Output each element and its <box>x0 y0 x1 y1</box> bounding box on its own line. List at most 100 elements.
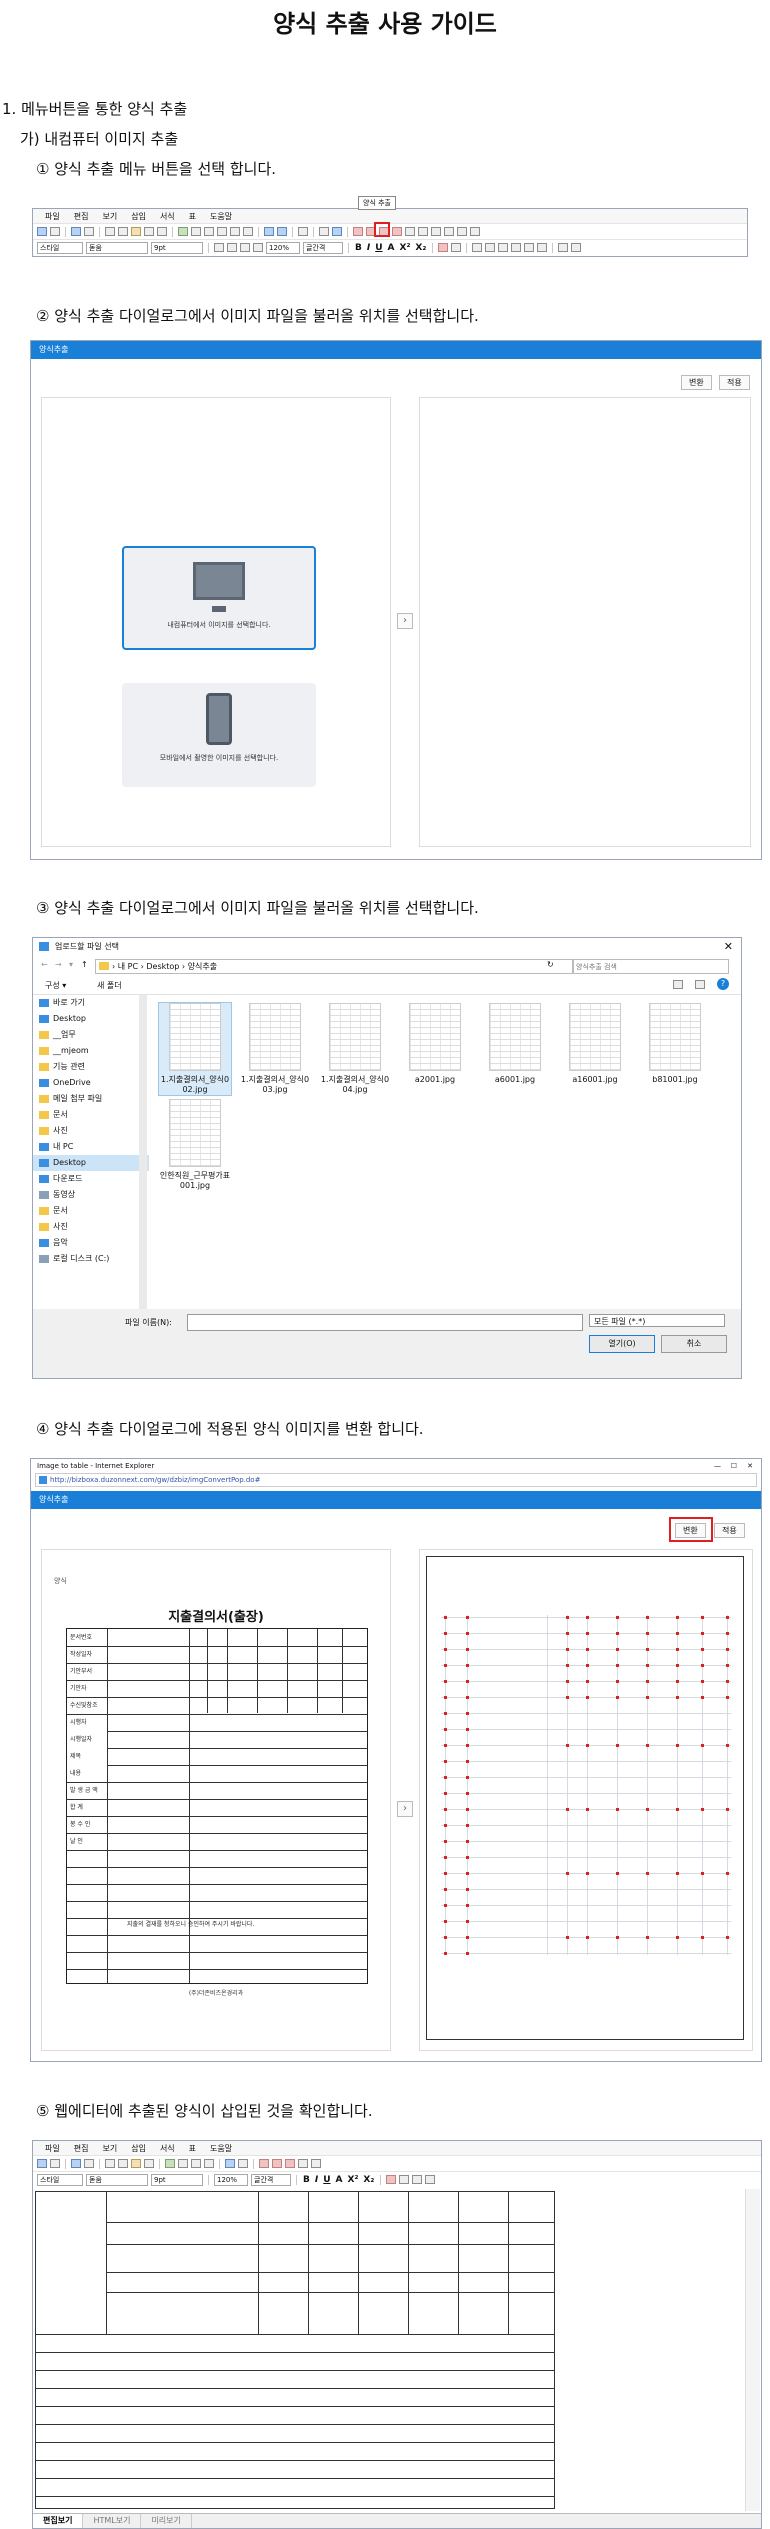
file-item[interactable]: b81001.jpg <box>639 1003 711 1085</box>
align-center-icon-2[interactable] <box>412 2175 423 2184</box>
row-delete-icon[interactable] <box>298 2159 308 2168</box>
nav-item[interactable]: __업무 <box>33 1027 149 1043</box>
nav-item[interactable]: Desktop <box>33 1155 149 1171</box>
undo-icon[interactable] <box>71 2159 81 2168</box>
border-icon[interactable] <box>311 2159 321 2168</box>
ie-next-arrow-button[interactable]: › <box>397 1801 413 1817</box>
tab-preview[interactable]: 미리보기 <box>141 2514 192 2528</box>
nav-item[interactable]: 로컬 디스크 (C:) <box>33 1251 149 1267</box>
nav-item[interactable]: 문서 <box>33 1107 149 1123</box>
nav-item[interactable]: 동영상 <box>33 1187 149 1203</box>
forward-icon[interactable]: → <box>55 960 62 969</box>
align-center-icon[interactable] <box>485 243 496 252</box>
underline-button-2[interactable]: U <box>322 2175 331 2185</box>
insert-a-icon[interactable] <box>214 243 224 252</box>
style-select[interactable]: 스타일 <box>37 241 83 254</box>
nav-item[interactable]: OneDrive <box>33 1075 149 1091</box>
menu-file-2[interactable]: 파일 <box>45 2143 60 2154</box>
insert-b-icon[interactable] <box>227 243 237 252</box>
menu-view-2[interactable]: 보기 <box>102 2143 117 2154</box>
font-select-2[interactable]: 돋움 <box>86 2173 148 2186</box>
style-select-2[interactable]: 스타일 <box>37 2173 83 2186</box>
nav-item[interactable]: 음악 <box>33 1235 149 1251</box>
menu-insert[interactable]: 삽입 <box>131 211 146 222</box>
link-icon[interactable] <box>217 227 227 236</box>
special-char-icon[interactable] <box>230 227 240 236</box>
spacing-select[interactable]: 글간격 <box>303 241 343 254</box>
list-icon-2[interactable] <box>425 2175 436 2184</box>
new-folder-button[interactable]: 새 폴더 <box>97 980 122 991</box>
search-input[interactable] <box>573 959 729 974</box>
organize-button[interactable]: 구성 ▾ <box>45 980 66 991</box>
align-left-icon[interactable] <box>472 243 483 252</box>
bold-button[interactable]: B <box>354 243 363 253</box>
close-icon[interactable]: ✕ <box>747 1459 753 1473</box>
back-icon[interactable]: ← <box>41 960 48 969</box>
save-icon[interactable] <box>37 227 47 236</box>
col-delete-icon[interactable] <box>418 227 428 236</box>
nav-item[interactable]: 바로 가기 <box>33 995 149 1011</box>
help-icon[interactable]: ? <box>717 978 729 990</box>
nav-scrollbar[interactable] <box>139 995 147 1309</box>
cancel-button[interactable]: 취소 <box>661 1335 727 1353</box>
hr-icon[interactable] <box>204 2159 214 2168</box>
underline-button[interactable]: U <box>374 243 383 253</box>
convert-button[interactable]: 변환 <box>681 375 712 390</box>
indent-icon[interactable] <box>524 243 535 252</box>
address-bar[interactable]: › 내 PC › Desktop › 양식추출 <box>95 959 573 974</box>
layout-icon[interactable] <box>277 227 287 236</box>
font-select[interactable]: 돋움 <box>86 241 148 254</box>
table-icon[interactable] <box>191 227 201 236</box>
close-icon[interactable]: ✕ <box>724 938 733 956</box>
file-item[interactable]: 인한직원_근무평가표001.jpg <box>159 1099 231 1191</box>
more-icon[interactable] <box>470 227 480 236</box>
nav-item[interactable]: __mjeom <box>33 1043 149 1059</box>
nav-item[interactable]: Desktop <box>33 1011 149 1027</box>
insert-d-icon[interactable] <box>253 243 263 252</box>
strike-button-2[interactable]: A <box>335 2175 344 2185</box>
align-icon[interactable] <box>264 227 274 236</box>
paste-icon[interactable] <box>131 227 141 236</box>
table-insert-icon[interactable] <box>319 227 329 236</box>
hr-icon[interactable] <box>243 227 253 236</box>
open-button[interactable]: 열기(O) <box>589 1335 655 1353</box>
print-icon[interactable] <box>50 227 60 236</box>
chart-icon[interactable] <box>204 227 214 236</box>
up-icon[interactable]: ↑ <box>81 960 88 969</box>
mobile-image-card[interactable]: 모바일에서 촬영한 이미지를 선택합니다. <box>122 683 316 787</box>
replace-icon[interactable] <box>157 227 167 236</box>
font-color-icon[interactable] <box>438 243 449 252</box>
minimize-icon[interactable]: — <box>714 1459 721 1473</box>
image-icon[interactable] <box>165 2159 175 2168</box>
menu-edit[interactable]: 편집 <box>74 211 89 222</box>
cut-icon[interactable] <box>105 2159 115 2168</box>
filename-input[interactable] <box>187 1314 583 1331</box>
nav-item[interactable]: 문서 <box>33 1203 149 1219</box>
nav-item[interactable]: 기능 관련 <box>33 1059 149 1075</box>
menu-view[interactable]: 보기 <box>102 211 117 222</box>
cell-split-icon[interactable] <box>272 2159 282 2168</box>
cell-prop-icon[interactable] <box>431 227 441 236</box>
maximize-icon[interactable]: ☐ <box>731 1459 737 1473</box>
outdent-icon[interactable] <box>537 243 548 252</box>
ie-apply-button[interactable]: 적용 <box>714 1523 745 1538</box>
subscript-button-2[interactable]: X₂ <box>362 2175 375 2185</box>
menu-edit-2[interactable]: 편집 <box>74 2143 89 2154</box>
link-icon[interactable] <box>191 2159 201 2168</box>
bg-color-icon[interactable] <box>451 243 462 252</box>
copy-icon[interactable] <box>118 2159 128 2168</box>
menu-format-2[interactable]: 서식 <box>160 2143 175 2154</box>
find-icon[interactable] <box>144 227 154 236</box>
nav-item[interactable]: 다운로드 <box>33 1171 149 1187</box>
subscript-button[interactable]: X₂ <box>414 243 427 253</box>
file-item[interactable]: 1.지출결의서_양식002.jpg <box>158 1002 232 1096</box>
menu-insert-2[interactable]: 삽입 <box>131 2143 146 2154</box>
nav-item[interactable]: 사진 <box>33 1219 149 1235</box>
pc-image-card[interactable]: 내컴퓨터에서 이미지를 선택합니다. <box>122 546 316 650</box>
file-item[interactable]: a6001.jpg <box>479 1003 551 1085</box>
file-item[interactable]: a16001.jpg <box>559 1003 631 1085</box>
zoom-select-2[interactable]: 120% <box>214 2173 248 2186</box>
italic-button[interactable]: I <box>366 243 371 253</box>
menu-table[interactable]: 표 <box>189 211 196 222</box>
nav-item[interactable]: 메일 첨부 파일 <box>33 1091 149 1107</box>
